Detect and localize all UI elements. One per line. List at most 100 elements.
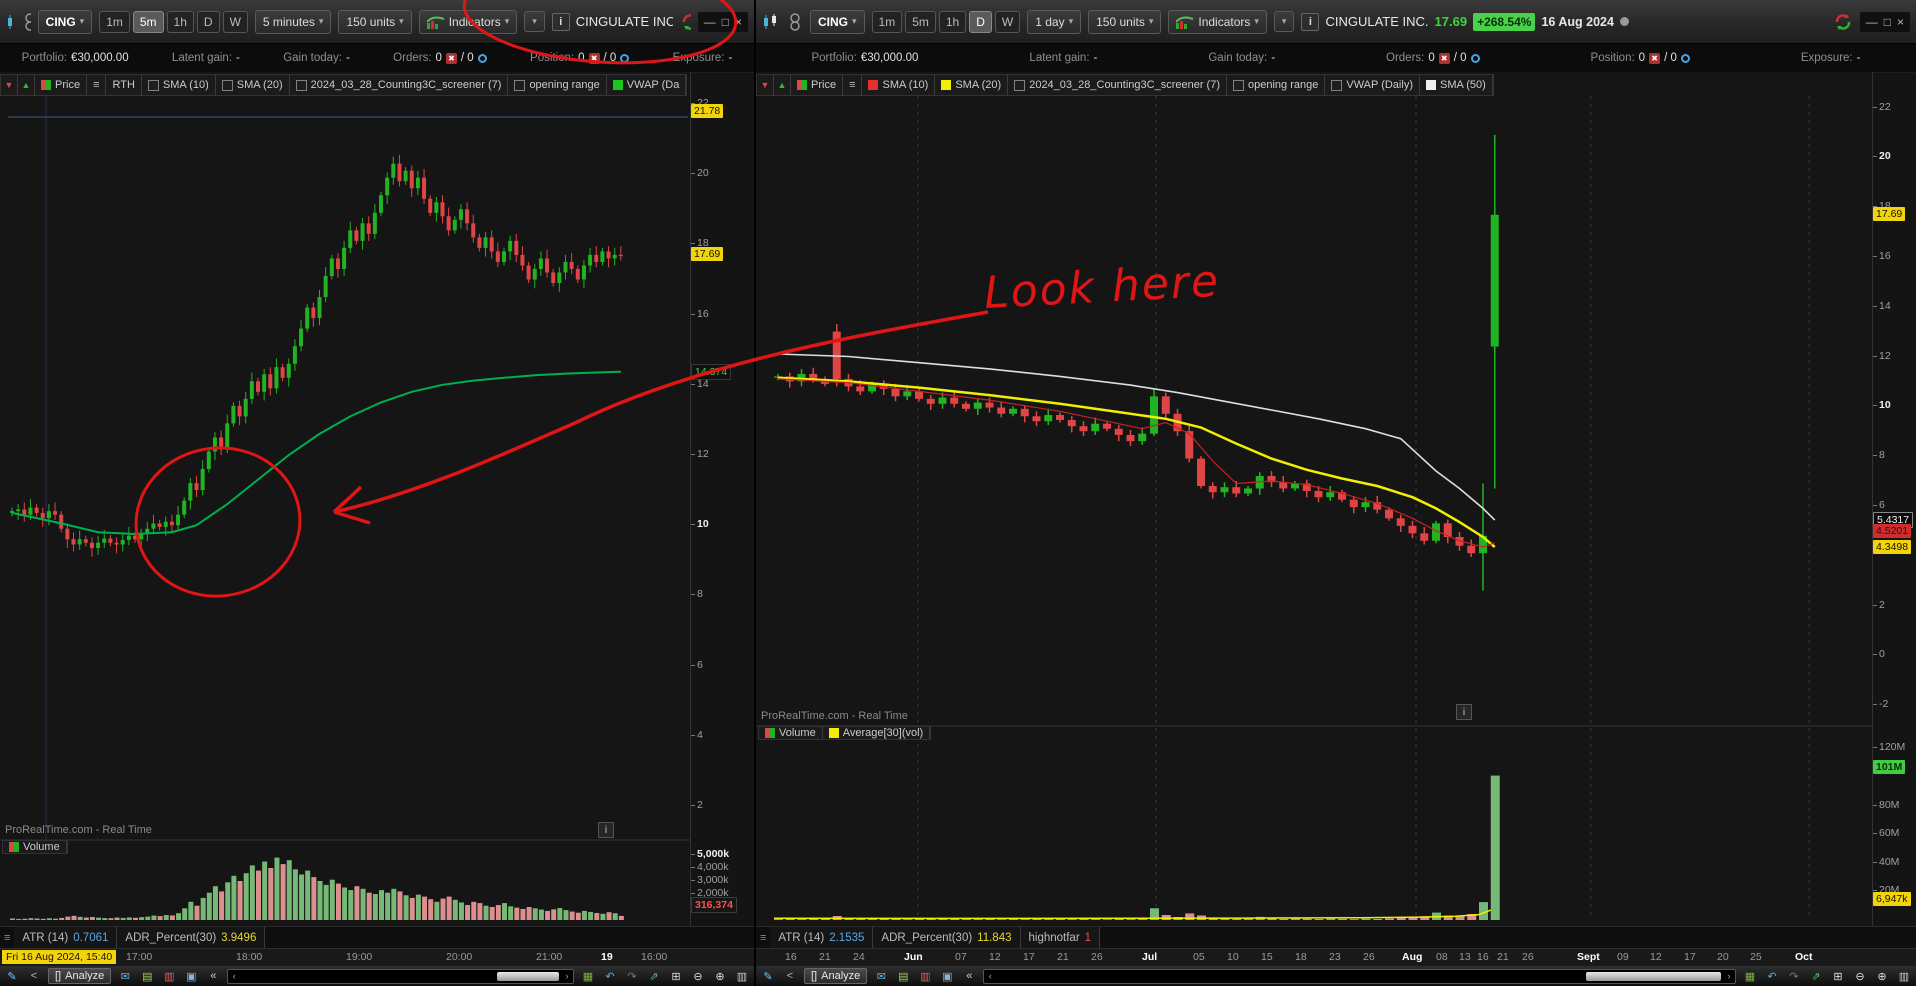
refresh-icon[interactable] — [1833, 12, 1853, 32]
settings-gear-icon[interactable] — [1680, 53, 1690, 63]
period-selector[interactable]: 1 day ▾ — [1027, 9, 1082, 34]
zoom-window-icon[interactable]: ⊞ — [668, 969, 684, 984]
info-icon[interactable]: i — [1301, 12, 1320, 31]
indicator-checkbox[interactable] — [147, 79, 159, 91]
indicator-checkbox[interactable] — [1014, 79, 1026, 91]
chart-scrollbar[interactable]: ‹ › — [227, 968, 574, 984]
zoom-out-icon[interactable]: ⊖ — [1852, 969, 1868, 984]
scroll-right-icon[interactable]: › — [561, 971, 573, 981]
analyze-button[interactable]: [] Analyze — [48, 968, 112, 984]
redo-icon[interactable]: ↷ — [624, 969, 640, 984]
units-selector[interactable]: 150 units ▾ — [338, 9, 412, 34]
pane-settings-icon[interactable]: ≡ — [756, 932, 770, 944]
indicator-checkbox[interactable] — [1331, 79, 1343, 91]
undo-icon[interactable]: ↶ — [602, 969, 618, 984]
close-button[interactable]: × — [735, 15, 742, 29]
pane-info-icon[interactable]: i — [598, 822, 614, 838]
maximize-button[interactable]: □ — [1884, 15, 1891, 29]
legend-item[interactable]: ≡ — [87, 75, 107, 95]
timeframe-button-5m[interactable]: 5m — [132, 10, 164, 33]
legend-item-price[interactable]: Price — [791, 75, 844, 95]
price-axis-right[interactable]: 222018161412108620-2120M80M60M40M20M — [1872, 72, 1916, 926]
indicators-more-button[interactable]: ▾ — [524, 11, 545, 32]
units-selector[interactable]: 150 units ▾ — [1088, 9, 1162, 34]
timeframe-button-5m[interactable]: 5m — [905, 10, 936, 33]
minimize-button[interactable]: — — [1866, 15, 1878, 29]
chart-export-icon[interactable]: ⇗ — [646, 969, 662, 984]
legend-item-rth[interactable]: RTH — [106, 75, 142, 95]
columns-icon[interactable]: ▥ — [734, 969, 750, 984]
undo-icon[interactable]: ↶ — [1764, 969, 1780, 984]
draw-icon[interactable]: ✎ — [4, 969, 20, 984]
legend-item-2024-03-28-counting3c-screener-7-[interactable]: 2024_03_28_Counting3C_screener (7) — [290, 75, 509, 95]
time-axis-right[interactable]: 16 21 24 Jun 07 12 17 21 26 Jul 05 10 15 18 23 26 Aug 08 1… — [756, 948, 1916, 967]
price-axis-left[interactable]: 2220181614121086425,000k4,000k3,000k2,00… — [690, 72, 754, 926]
positions-icon[interactable]: ▥ — [161, 969, 177, 984]
sell-arrow-icon[interactable]: ▼ — [1, 75, 18, 95]
timeframe-button-1h[interactable]: 1h — [166, 10, 194, 33]
legend-item-sma-20-[interactable]: SMA (20) — [216, 75, 290, 95]
link-group-icon[interactable] — [22, 12, 31, 32]
timeframe-button-W[interactable]: W — [994, 10, 1021, 33]
cancel-orders-icon[interactable]: ✖ — [588, 52, 600, 64]
indicator-checkbox[interactable] — [1233, 79, 1245, 91]
legend-item-2024-03-28-counting3c-screener-7-[interactable]: 2024_03_28_Counting3C_screener (7) — [1008, 75, 1228, 95]
monitor-chart-icon[interactable]: ▣ — [183, 969, 199, 984]
positions-icon[interactable]: ▥ — [917, 969, 933, 984]
settings-gear-icon[interactable] — [477, 53, 487, 63]
indicator-checkbox[interactable] — [514, 79, 526, 91]
indicator-value-chip[interactable]: ATR (14) 2.1535 — [770, 927, 874, 949]
time-axis-left[interactable]: Fri 16 Aug 2024, 15:40 17:00 18:00 19:00 20… — [0, 948, 754, 967]
refresh-icon[interactable] — [680, 12, 691, 32]
report-icon[interactable]: ▤ — [895, 969, 911, 984]
indicator-value-chip[interactable]: ADR_Percent(30) 11.843 — [873, 927, 1021, 949]
buy-arrow-icon[interactable]: ▲ — [774, 75, 791, 95]
indicator-checkbox[interactable] — [295, 79, 307, 91]
legend-item[interactable]: ≡ — [843, 75, 863, 95]
share-icon[interactable]: < — [26, 969, 42, 984]
indicators-more-button[interactable]: ▾ — [1273, 11, 1295, 32]
close-button[interactable]: × — [1897, 15, 1904, 29]
legend-item-opening-range[interactable]: opening range — [1227, 75, 1326, 95]
sell-arrow-icon[interactable]: ▼ — [757, 75, 774, 95]
legend-item-price[interactable]: Price — [35, 75, 88, 95]
legend-item-sma-50-[interactable]: SMA (50) — [1420, 75, 1493, 95]
chart-scrollbar[interactable]: ‹ › — [983, 968, 1736, 984]
indicators-button[interactable]: Indicators ▾ — [1168, 9, 1267, 34]
draw-icon[interactable]: ✎ — [760, 969, 776, 984]
settings-gear-icon[interactable] — [1470, 53, 1480, 63]
calendar-icon[interactable]: ▦ — [580, 969, 596, 984]
legend-item-vwap-da[interactable]: VWAP (Da — [607, 75, 687, 95]
timeframe-button-1m[interactable]: 1m — [871, 10, 903, 33]
legend-item-vwap-daily-[interactable]: VWAP (Daily) — [1325, 75, 1420, 95]
indicator-checkbox[interactable] — [221, 79, 233, 91]
buy-arrow-icon[interactable]: ▲ — [18, 75, 35, 95]
scroll-left-icon[interactable]: ‹ — [984, 971, 996, 981]
intraday-candlestick-chart[interactable] — [0, 72, 754, 926]
zoom-out-icon[interactable]: ⊖ — [690, 969, 706, 984]
indicators-button[interactable]: Indicators ▾ — [418, 9, 518, 34]
legend-item-sma-20-[interactable]: SMA (20) — [935, 75, 1009, 95]
timeframe-button-1h[interactable]: 1h — [938, 10, 967, 33]
scroll-right-icon[interactable]: › — [1723, 971, 1735, 981]
symbol-selector[interactable]: CING ▾ — [810, 9, 865, 34]
collapse-icon[interactable]: « — [205, 969, 221, 984]
symbol-selector[interactable]: CING ▾ — [37, 9, 93, 34]
maximize-button[interactable]: □ — [722, 15, 729, 29]
zoom-in-icon[interactable]: ⊕ — [1874, 969, 1890, 984]
indicator-value-chip[interactable]: ADR_Percent(30) 3.9496 — [117, 927, 266, 949]
scrollbar-thumb[interactable] — [496, 971, 559, 981]
indicator-value-chip[interactable]: ATR (14) 0.7061 — [14, 927, 118, 949]
pane-settings-icon[interactable]: ≡ — [0, 932, 14, 944]
link-group-icon[interactable] — [787, 12, 803, 32]
chat-icon[interactable]: ✉ — [873, 969, 889, 984]
indicator-value-chip[interactable]: highnotfar 1 — [1020, 927, 1101, 949]
calendar-icon[interactable]: ▦ — [1742, 969, 1758, 984]
info-icon[interactable]: i — [551, 12, 570, 31]
settings-gear-icon[interactable] — [620, 53, 630, 63]
chat-icon[interactable]: ✉ — [117, 969, 133, 984]
pane-info-icon[interactable]: i — [1456, 704, 1472, 720]
zoom-in-icon[interactable]: ⊕ — [712, 969, 728, 984]
scroll-left-icon[interactable]: ‹ — [228, 971, 240, 981]
legend-item-sma-10-[interactable]: SMA (10) — [862, 75, 936, 95]
